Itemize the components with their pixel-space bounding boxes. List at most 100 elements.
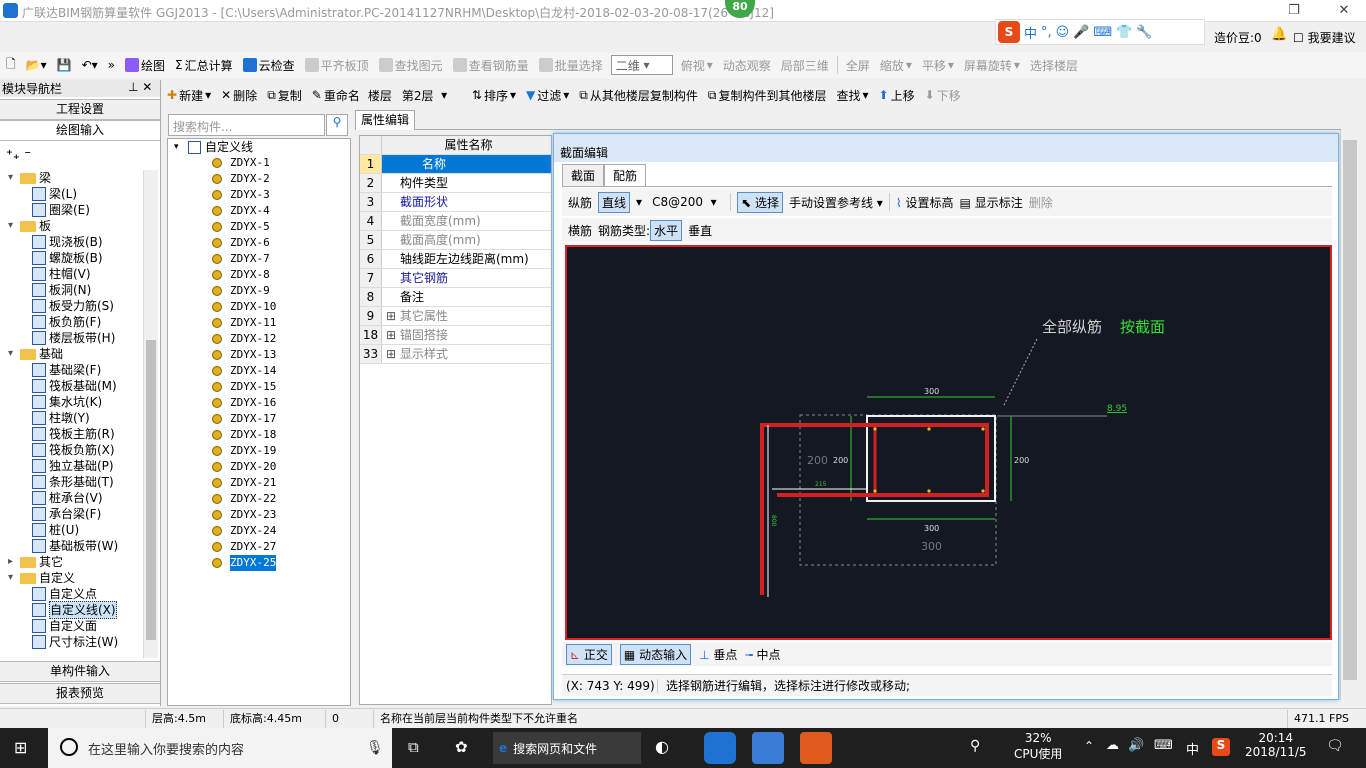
report-preview-button[interactable]: 报表预览 (0, 683, 160, 704)
component-item[interactable]: ZDYX-9 (168, 283, 350, 299)
rebar-point[interactable] (873, 427, 877, 431)
save-icon[interactable]: 💾 (55, 57, 74, 73)
nav-item[interactable]: 基础梁(F) (4, 362, 142, 378)
property-row[interactable]: 6 轴线距左边线距离(mm) (360, 250, 551, 269)
component-item[interactable]: ZDYX-27 (168, 539, 350, 555)
browser-search-box[interactable]: e 搜索网页和文件 (493, 732, 641, 764)
expand-icon[interactable]: ⊞ (386, 328, 400, 342)
component-item[interactable]: ZDYX-14 (168, 363, 350, 379)
dynamic-input-button[interactable]: ▦ 动态输入 (619, 643, 692, 665)
network-icon[interactable]: ☁ (1106, 738, 1119, 753)
nav-item[interactable]: 圈梁(E) (4, 202, 142, 218)
batch-select-button[interactable]: 批量选择 (537, 56, 605, 75)
rename-button[interactable]: ✎ 重命名 (310, 86, 362, 105)
taskbar-search[interactable]: 在这里输入你要搜索的内容 🎙 (48, 728, 392, 768)
toggle-icon[interactable]: ▾ (8, 570, 20, 586)
nav-item[interactable]: 桩(U) (4, 522, 142, 538)
nav-item[interactable]: 集水坑(K) (4, 394, 142, 410)
folder-app-icon[interactable] (752, 732, 784, 764)
nav-item[interactable]: 板受力筋(S) (4, 298, 142, 314)
rebar-point[interactable] (927, 489, 931, 493)
nav-item[interactable]: 板洞(N) (4, 282, 142, 298)
nav-item[interactable]: 梁(L) (4, 186, 142, 202)
app-pinwheel-icon[interactable]: ✿ (455, 738, 468, 756)
chrome-like-icon[interactable]: ◐ (655, 737, 669, 756)
property-row[interactable]: 4 截面宽度(mm) (360, 212, 551, 231)
suggest-link[interactable]: ☐ 我要建议 (1293, 29, 1356, 46)
component-item[interactable]: ZDYX-3 (168, 187, 350, 203)
tab-section[interactable]: 截面 (562, 164, 605, 186)
property-row[interactable]: 9 ⊞ 其它属性 (360, 307, 551, 326)
people-icon[interactable]: ⚲ (970, 738, 980, 754)
mic-icon[interactable]: 🎤 (1073, 25, 1089, 40)
nav-item[interactable]: 螺旋板(B) (4, 250, 142, 266)
local-3d-button[interactable]: 局部三维 (779, 56, 831, 75)
search-icon[interactable]: ⚲ (326, 114, 348, 136)
nav-item[interactable]: 自定义线(X) (4, 601, 142, 619)
toggle-icon[interactable]: ▾ (8, 218, 20, 234)
nav-item[interactable]: 桩承台(V) (4, 490, 142, 506)
dynamic-view-button[interactable]: 动态观察 (721, 56, 773, 75)
view-rebar-button[interactable]: 查看钢筋量 (451, 56, 531, 75)
component-item[interactable]: ZDYX-10 (168, 299, 350, 315)
close-icon[interactable]: ✕ (1332, 2, 1356, 20)
move-down-button[interactable]: ⬇ 下移 (923, 86, 963, 105)
clock[interactable]: 20:14 2018/11/5 (1245, 731, 1307, 759)
nav-item[interactable]: 基础板带(W) (4, 538, 142, 554)
nav-folder[interactable]: ▾ 自定义 (4, 570, 142, 586)
property-row[interactable]: 5 截面高度(mm) (360, 231, 551, 250)
toggle-icon[interactable]: ▾ (8, 170, 20, 186)
ortho-button[interactable]: ⊾ 正交 (566, 643, 612, 665)
rebar-point[interactable] (927, 427, 931, 431)
copy-button[interactable]: ⧉ 复制 (265, 86, 304, 105)
component-item[interactable]: ZDYX-22 (168, 491, 350, 507)
tab-property-edit[interactable]: 属性编辑 (355, 110, 415, 130)
tray-chevron-icon[interactable]: ⌃ (1084, 739, 1094, 753)
rebar-spec-select[interactable]: C8@200 ▾ (648, 192, 724, 212)
nav-item[interactable]: 筏板基础(M) (4, 378, 142, 394)
volume-icon[interactable]: 🔊 (1128, 738, 1144, 753)
sogou-tray-icon[interactable]: S (1212, 738, 1230, 756)
task-view-icon[interactable]: ⧉ (408, 738, 419, 756)
nav-folder[interactable]: ▾ 基础 (4, 346, 142, 362)
nav-folder[interactable]: ▸ 其它 (4, 554, 142, 570)
windows-start-icon[interactable]: ⊞ (14, 738, 27, 757)
single-input-button[interactable]: 单构件输入 (0, 661, 160, 682)
component-item[interactable]: ZDYX-18 (168, 427, 350, 443)
component-item[interactable]: ZDYX-4 (168, 203, 350, 219)
line-mode-dropdown[interactable]: ▾ (636, 195, 642, 209)
select-button[interactable]: ⬉ 选择 (737, 191, 783, 213)
component-item[interactable]: ZDYX-25 (168, 555, 350, 571)
tab-rebar[interactable]: 配筋 (604, 164, 647, 186)
find-element-button[interactable]: 查找图元 (377, 56, 445, 75)
component-item[interactable]: ZDYX-16 (168, 395, 350, 411)
select-floor-button[interactable]: 选择楼层 (1028, 56, 1080, 75)
expand-icon[interactable]: ⊞ (386, 347, 400, 361)
nav-item[interactable]: 板负筋(F) (4, 314, 142, 330)
component-item[interactable]: ZDYX-5 (168, 219, 350, 235)
component-item[interactable]: ZDYX-21 (168, 475, 350, 491)
component-item[interactable]: ZDYX-2 (168, 171, 350, 187)
sort-button[interactable]: ⇅ 排序 ▾ (470, 86, 518, 105)
delete-rebar-button[interactable]: 删除 (1029, 194, 1053, 211)
pan-button[interactable]: 平移 ▾ (920, 56, 956, 75)
component-item[interactable]: ZDYX-24 (168, 523, 350, 539)
expand-collapse-icon[interactable]: ⁺₊ ⁻ (6, 148, 31, 163)
view-mode-select[interactable]: 二维 ▾ (610, 55, 673, 75)
mic-icon[interactable]: 🎙 (366, 740, 384, 756)
ime-lang-indicator[interactable]: 中 (1186, 739, 1199, 758)
set-elevation-button[interactable]: ⌇ 设置标高 (896, 194, 954, 211)
sogou-icon[interactable]: S (998, 21, 1020, 43)
restore-icon[interactable]: ❐ (1282, 2, 1306, 20)
nav-item[interactable]: 条形基础(T) (4, 474, 142, 490)
emoji-icon[interactable]: ☺ (1056, 25, 1070, 40)
move-up-button[interactable]: ⬆ 上移 (877, 86, 917, 105)
glodon-app-icon[interactable] (704, 732, 736, 764)
notification-icon[interactable]: 🗨 (1326, 738, 1344, 754)
rebar-point[interactable] (873, 489, 877, 493)
rotate-button[interactable]: 屏幕旋转 ▾ (962, 56, 1022, 75)
flat-slab-button[interactable]: 平齐板顶 (303, 56, 371, 75)
perpendicular-button[interactable]: ⊥ 垂点 (699, 646, 737, 663)
draw-button[interactable]: 绘图 (123, 56, 167, 75)
find-button[interactable]: 查找 ▾ (834, 86, 870, 105)
